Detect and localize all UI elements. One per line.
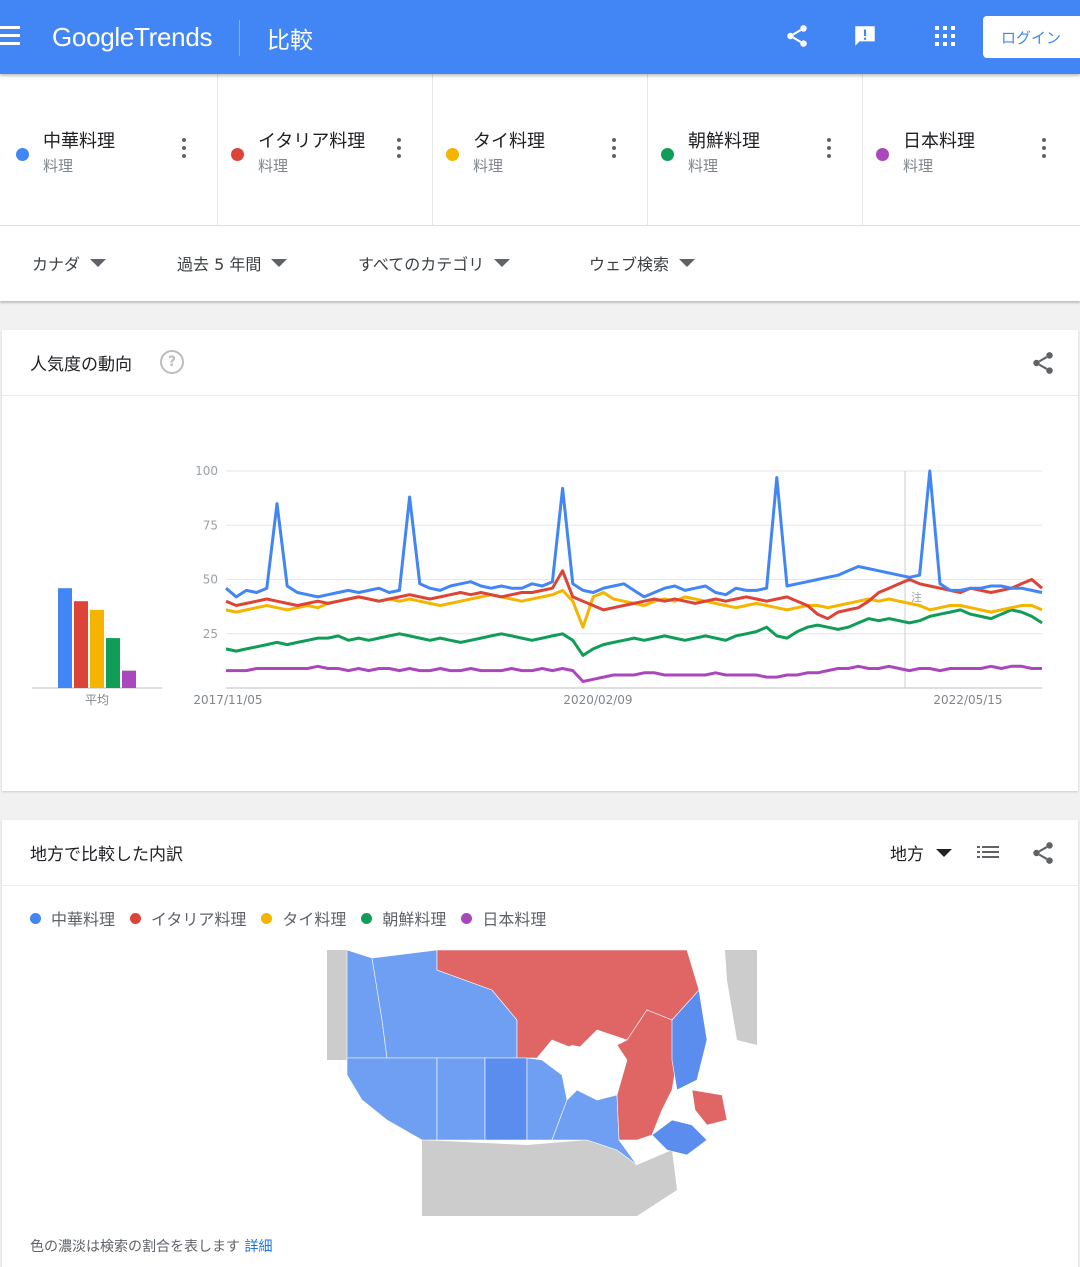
term-card-italian[interactable]: イタリア料理 料理 <box>218 74 433 226</box>
map-region-alberta <box>436 1057 486 1141</box>
term-name: 中華料理 <box>43 131 115 152</box>
average-bar <box>90 609 104 688</box>
header-divider <box>239 20 240 56</box>
card-title: 地方で比較した内訳 <box>30 845 183 865</box>
series-line <box>225 608 1043 657</box>
y-tick-label: 75 <box>203 518 218 532</box>
more-vert-icon[interactable] <box>826 138 832 160</box>
term-name: 日本料理 <box>903 131 975 152</box>
term-card-korean[interactable]: 朝鮮料理 料理 <box>648 74 863 226</box>
compare-terms-bar: 中華料理 料理 イタリア料理 料理 タイ料理 料理 朝鮮料理 料理 日本料理 料… <box>0 74 1080 226</box>
legend-item: 朝鮮料理 <box>361 906 446 930</box>
term-card-japanese[interactable]: 日本料理 料理 <box>863 74 1080 226</box>
more-vert-icon[interactable] <box>396 138 402 160</box>
category-filter-dropdown[interactable]: すべてのカテゴリ <box>358 251 511 275</box>
series-line <box>226 664 1042 683</box>
note-marker: 注 <box>911 590 922 604</box>
average-bar <box>58 588 72 688</box>
term-color-dot <box>16 148 29 161</box>
term-card-thai[interactable]: タイ料理 料理 <box>433 74 648 226</box>
term-name: イタリア料理 <box>258 131 366 152</box>
term-color-dot <box>446 148 459 161</box>
legend-item: イタリア料理 <box>130 906 246 930</box>
region-resolution-label: 地方 <box>890 845 924 865</box>
more-vert-icon[interactable] <box>611 138 617 160</box>
average-label: 平均 <box>85 693 109 707</box>
interest-over-time-card: 人気度の動向 ? 25 50 75 100 2017/11/05 2020/02/09 20… <box>2 330 1078 791</box>
card-header: 人気度の動向 ? <box>2 330 1078 396</box>
google-trends-logo[interactable]: GoogleTrends <box>52 22 213 53</box>
term-color-dot <box>231 148 244 161</box>
term-color-dot <box>876 148 889 161</box>
x-tick-label: 2022/05/15 <box>933 693 1002 707</box>
legend-item: 中華料理 <box>30 906 115 930</box>
filter-bar: カナダ 過去 5 年間 すべてのカテゴリ ウェブ検索 <box>0 226 1080 301</box>
map-note: 色の濃淡は検索の割合を表します 詳細 <box>30 1236 272 1256</box>
list-view-icon[interactable] <box>977 844 999 862</box>
period-filter-label: 過去 5 年間 <box>177 255 262 274</box>
page-title: 比較 <box>267 28 313 54</box>
help-icon[interactable]: ? <box>160 350 184 374</box>
region-filter-dropdown[interactable]: カナダ <box>32 251 107 275</box>
term-category: 料理 <box>903 157 934 175</box>
y-tick-label: 25 <box>203 627 218 641</box>
map-region-saskatchewan <box>484 1057 528 1141</box>
legend-item: 日本料理 <box>461 906 546 930</box>
share-icon[interactable] <box>779 18 815 54</box>
legend-item: タイ料理 <box>261 906 346 930</box>
top-app-bar: GoogleTrends 比較 ログイン <box>0 0 1080 74</box>
term-name: タイ料理 <box>473 131 545 152</box>
average-bar <box>106 638 120 688</box>
menu-icon[interactable] <box>0 26 20 46</box>
apps-grid-icon[interactable] <box>927 18 963 54</box>
y-tick-label: 50 <box>203 573 218 587</box>
map-region-usa <box>327 950 347 1060</box>
term-color-dot <box>661 148 674 161</box>
term-category: 料理 <box>43 157 74 175</box>
caret-down-icon <box>936 848 952 857</box>
more-vert-icon[interactable] <box>181 138 187 160</box>
search-type-filter-dropdown[interactable]: ウェブ検索 <box>589 251 696 275</box>
x-tick-label: 2017/11/05 <box>193 693 262 707</box>
average-bar <box>74 601 88 688</box>
share-icon[interactable] <box>1030 350 1056 376</box>
y-tick-label: 100 <box>195 464 218 478</box>
caret-down-icon <box>494 259 511 267</box>
category-filter-label: すべてのカテゴリ <box>358 255 485 274</box>
card-header: 地方で比較した内訳 地方 <box>2 820 1078 886</box>
logo-google-text: Google <box>52 22 135 52</box>
caret-down-icon <box>90 259 107 267</box>
more-vert-icon[interactable] <box>1041 138 1047 160</box>
x-tick-label: 2020/02/09 <box>563 693 632 707</box>
region-resolution-dropdown[interactable]: 地方 <box>890 840 952 865</box>
series-line <box>225 469 1043 599</box>
map-note-text: 色の濃淡は検索の割合を表します <box>30 1239 240 1255</box>
term-category: 料理 <box>688 157 719 175</box>
term-name: 朝鮮料理 <box>688 131 760 152</box>
region-filter-label: カナダ <box>32 255 81 274</box>
canada-region-map[interactable] <box>327 950 757 1216</box>
map-legend: 中華料理 イタリア料理 タイ料理 朝鮮料理 日本料理 <box>30 906 561 930</box>
term-card-chinese[interactable]: 中華料理 料理 <box>0 74 218 226</box>
card-title: 人気度の動向 <box>30 355 132 375</box>
feedback-icon[interactable] <box>847 18 883 54</box>
search-type-filter-label: ウェブ検索 <box>589 255 670 274</box>
period-filter-dropdown[interactable]: 過去 5 年間 <box>177 251 288 275</box>
logo-trends-text: Trends <box>134 22 213 52</box>
term-category: 料理 <box>258 157 289 175</box>
interest-line-chart[interactable]: 25 50 75 100 2017/11/05 2020/02/09 2022/05/15 注… <box>2 396 1078 791</box>
average-bar <box>122 670 136 688</box>
region-breakdown-card: 地方で比較した内訳 地方 中華料理 イタリア料理 タイ料理 朝鮮料理 日本料理 <box>2 820 1078 1267</box>
term-category: 料理 <box>473 157 504 175</box>
share-icon[interactable] <box>1030 840 1056 866</box>
details-link[interactable]: 詳細 <box>244 1239 272 1255</box>
login-button[interactable]: ログイン <box>983 16 1080 58</box>
caret-down-icon <box>271 259 288 267</box>
caret-down-icon <box>679 259 696 267</box>
